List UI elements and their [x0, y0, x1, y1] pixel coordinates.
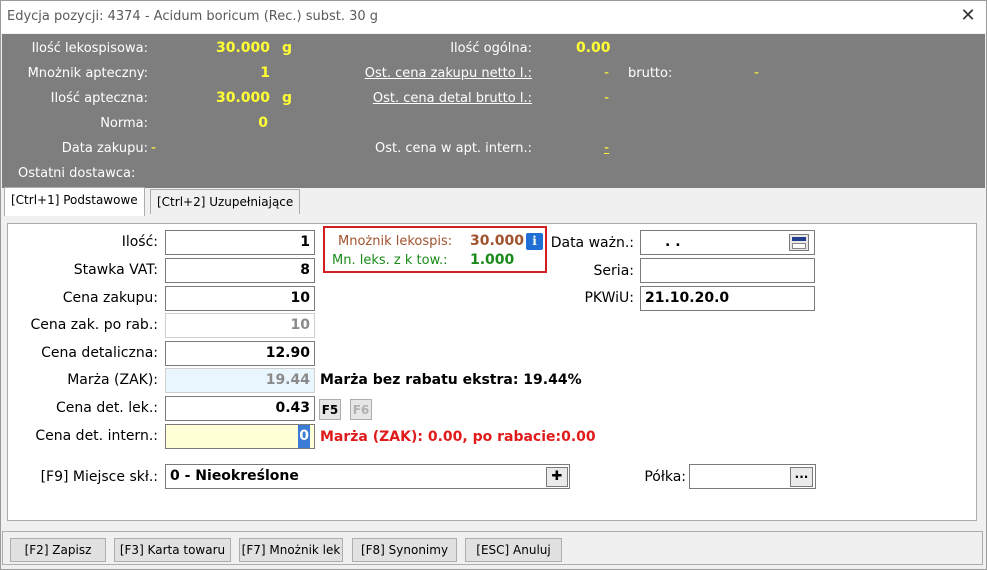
label-pkwiu: PKWiU: — [584, 290, 634, 306]
label-seria: Seria: — [593, 263, 634, 279]
stawka-vat-input[interactable]: 8 — [165, 258, 315, 283]
tab-strip: [Ctrl+1] Podstawowe [Ctrl+2] Uzupełniają… — [2, 187, 985, 216]
info-panel: Ilość lekospisowa: 30.000 g Mnożnik apte… — [2, 34, 985, 188]
label-miejsce-skl: [F9] Miejsce skł.: — [40, 469, 158, 485]
karta-towaru-button[interactable]: [F3] Karta towaru — [114, 538, 231, 562]
tab-uzupelniajace[interactable]: [Ctrl+2] Uzupełniające — [150, 189, 301, 214]
marza-bez-rabatu-text: Marża bez rabatu ekstra: 19.44% — [320, 372, 582, 388]
label-marza-zak: Marża (ZAK): — [67, 372, 158, 388]
pkwiu-input[interactable]: 21.10.20.0 — [640, 286, 815, 311]
ilosc-input[interactable]: 1 — [165, 230, 315, 255]
miejsce-skl-input[interactable]: 0 - Nieokreślone — [165, 464, 570, 489]
cena-detaliczna-input[interactable]: 12.90 — [165, 341, 315, 366]
window-title: Edycja pozycji: 4374 - Acidum boricum (R… — [7, 9, 379, 24]
label-cena-detaliczna: Cena detaliczna: — [41, 345, 158, 361]
value-norma: 0 — [258, 115, 268, 131]
label-cena-det-lek: Cena det. lek.: — [56, 400, 158, 416]
cena-det-intern-input[interactable]: 0 — [165, 424, 315, 449]
tab-podstawowe[interactable]: [Ctrl+1] Podstawowe — [4, 187, 145, 216]
synonimy-button[interactable]: [F8] Synonimy — [352, 538, 457, 562]
seria-input[interactable] — [640, 258, 815, 283]
mnoznik-lekospis-value: 30.000 — [470, 233, 525, 249]
cena-zakupu-input[interactable]: 10 — [165, 286, 315, 311]
label-data-zakupu: Data zakupu: — [61, 141, 148, 156]
cena-det-intern-value: 0 — [298, 425, 310, 448]
label-ilosc-ogolna: Ilość ogólna: — [450, 41, 532, 56]
unit-ilosc-lekospisowa: g — [282, 40, 293, 56]
value-mnoznik-apteczny: 1 — [260, 65, 270, 81]
value-ost-cena-detal: - — [604, 90, 610, 106]
label-brutto: brutto: — [628, 66, 673, 81]
value-ilosc-ogolna: 0.00 — [576, 40, 611, 56]
label-ilosc-lekospisowa: Ilość lekospisowa: — [31, 41, 148, 56]
value-brutto: - — [754, 65, 760, 81]
close-icon[interactable]: ✕ — [959, 7, 977, 25]
label-norma: Norma: — [100, 116, 148, 131]
label-cena-det-intern: Cena det. intern.: — [35, 428, 158, 444]
f6-button: F6 — [350, 399, 372, 420]
label-stawka-vat: Stawka VAT: — [73, 262, 158, 278]
label-ost-cena-apt: Ost. cena w apt. intern.: — [374, 141, 532, 156]
value-data-zakupu: - — [151, 140, 157, 156]
cancel-button[interactable]: [ESC] Anuluj — [465, 538, 562, 562]
value-ost-cena-apt[interactable]: - — [604, 140, 609, 156]
cena-det-lek-input[interactable]: 0.43 — [165, 396, 315, 421]
mn-leks-label: Mn. leks. z k tow.: — [332, 253, 448, 268]
mnoznik-lek-button[interactable]: [F7] Mnożnik lek — [239, 538, 343, 562]
label-mnoznik-apteczny: Mnożnik apteczny: — [27, 66, 148, 81]
calendar-icon[interactable] — [789, 234, 809, 251]
label-ilosc-apteczna: Ilość apteczna: — [50, 91, 148, 106]
marza-zak-warning: Marża (ZAK): 0.00, po rabacie:0.00 — [320, 429, 596, 445]
f5-button[interactable]: F5 — [319, 399, 341, 420]
mn-leks-value: 1.000 — [470, 252, 515, 268]
save-button[interactable]: [F2] Zapisz — [10, 538, 106, 562]
label-ostatni-dostawca: Ostatni dostawca: — [18, 166, 136, 181]
value-ost-cena-zakupu: - — [604, 65, 610, 81]
title-bar: Edycja pozycji: 4374 - Acidum boricum (R… — [1, 1, 986, 33]
label-cena-zakupu: Cena zakupu: — [62, 290, 158, 306]
polka-browse-icon[interactable]: ··· — [790, 467, 813, 487]
add-miejsce-icon[interactable]: ✚ — [546, 467, 568, 487]
cena-zak-po-rab-input: 10 — [165, 313, 315, 338]
link-ost-cena-detal[interactable]: Ost. cena detal brutto l.: — [332, 91, 532, 106]
link-ost-cena-zakupu[interactable]: Ost. cena zakupu netto l.: — [332, 66, 532, 81]
label-polka: Półka: — [644, 469, 686, 485]
label-cena-zak-po-rab: Cena zak. po rab.: — [30, 317, 158, 333]
label-ilosc: Ilość: — [121, 234, 158, 250]
unit-ilosc-apteczna: g — [282, 90, 293, 106]
label-data-wazn: Data ważn.: — [550, 235, 634, 251]
value-ilosc-apteczna: 30.000 — [215, 90, 270, 106]
mnoznik-lekospis-label: Mnożnik lekospis: — [338, 234, 453, 249]
value-ilosc-lekospisowa: 30.000 — [215, 40, 270, 56]
marza-zak-input: 19.44 — [165, 368, 315, 393]
